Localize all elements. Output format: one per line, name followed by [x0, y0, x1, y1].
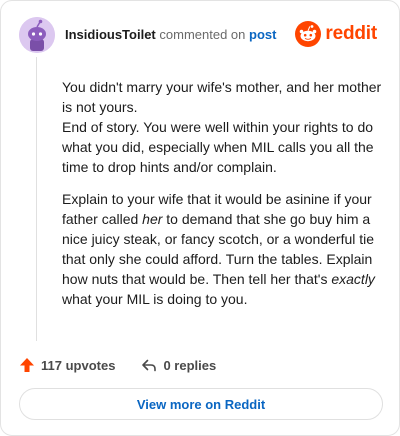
comment-footer: 117 upvotes 0 replies: [19, 355, 216, 375]
comment-card: InsidiousToilet commented on post reddit…: [0, 0, 400, 436]
upvotes-count: 117 upvotes: [41, 357, 116, 373]
replies-count: 0 replies: [163, 357, 217, 373]
comment-body: You didn't marry your wife's mother, and…: [62, 77, 382, 309]
reddit-wordmark: reddit: [325, 23, 377, 44]
thread-line: [36, 57, 37, 341]
comment-paragraph-2: Explain to your wife that it would be as…: [62, 189, 382, 309]
commented-on-text: commented on: [159, 27, 246, 42]
snoo-avatar-icon[interactable]: [19, 17, 55, 53]
header-text: InsidiousToilet commented on post: [65, 27, 276, 43]
replies[interactable]: 0 replies: [141, 357, 216, 373]
emphasis-her: her: [142, 211, 163, 227]
comment-paragraph-1: You didn't marry your wife's mother, and…: [62, 79, 382, 175]
emphasis-exactly: exactly: [331, 271, 375, 287]
username[interactable]: InsidiousToilet: [65, 27, 156, 42]
paragraph-2-part-3: what your MIL is doing to you.: [62, 291, 248, 307]
post-link[interactable]: post: [249, 27, 276, 42]
upvote-arrow-icon: [20, 358, 34, 372]
view-more-button[interactable]: View more on Reddit: [19, 388, 383, 420]
reddit-snoo-icon: [295, 21, 322, 47]
comment-header: InsidiousToilet commented on post reddit: [19, 17, 385, 53]
upvotes[interactable]: 117 upvotes: [19, 357, 115, 373]
reply-arrow-icon: [142, 359, 157, 372]
reddit-logo[interactable]: reddit: [295, 21, 377, 47]
